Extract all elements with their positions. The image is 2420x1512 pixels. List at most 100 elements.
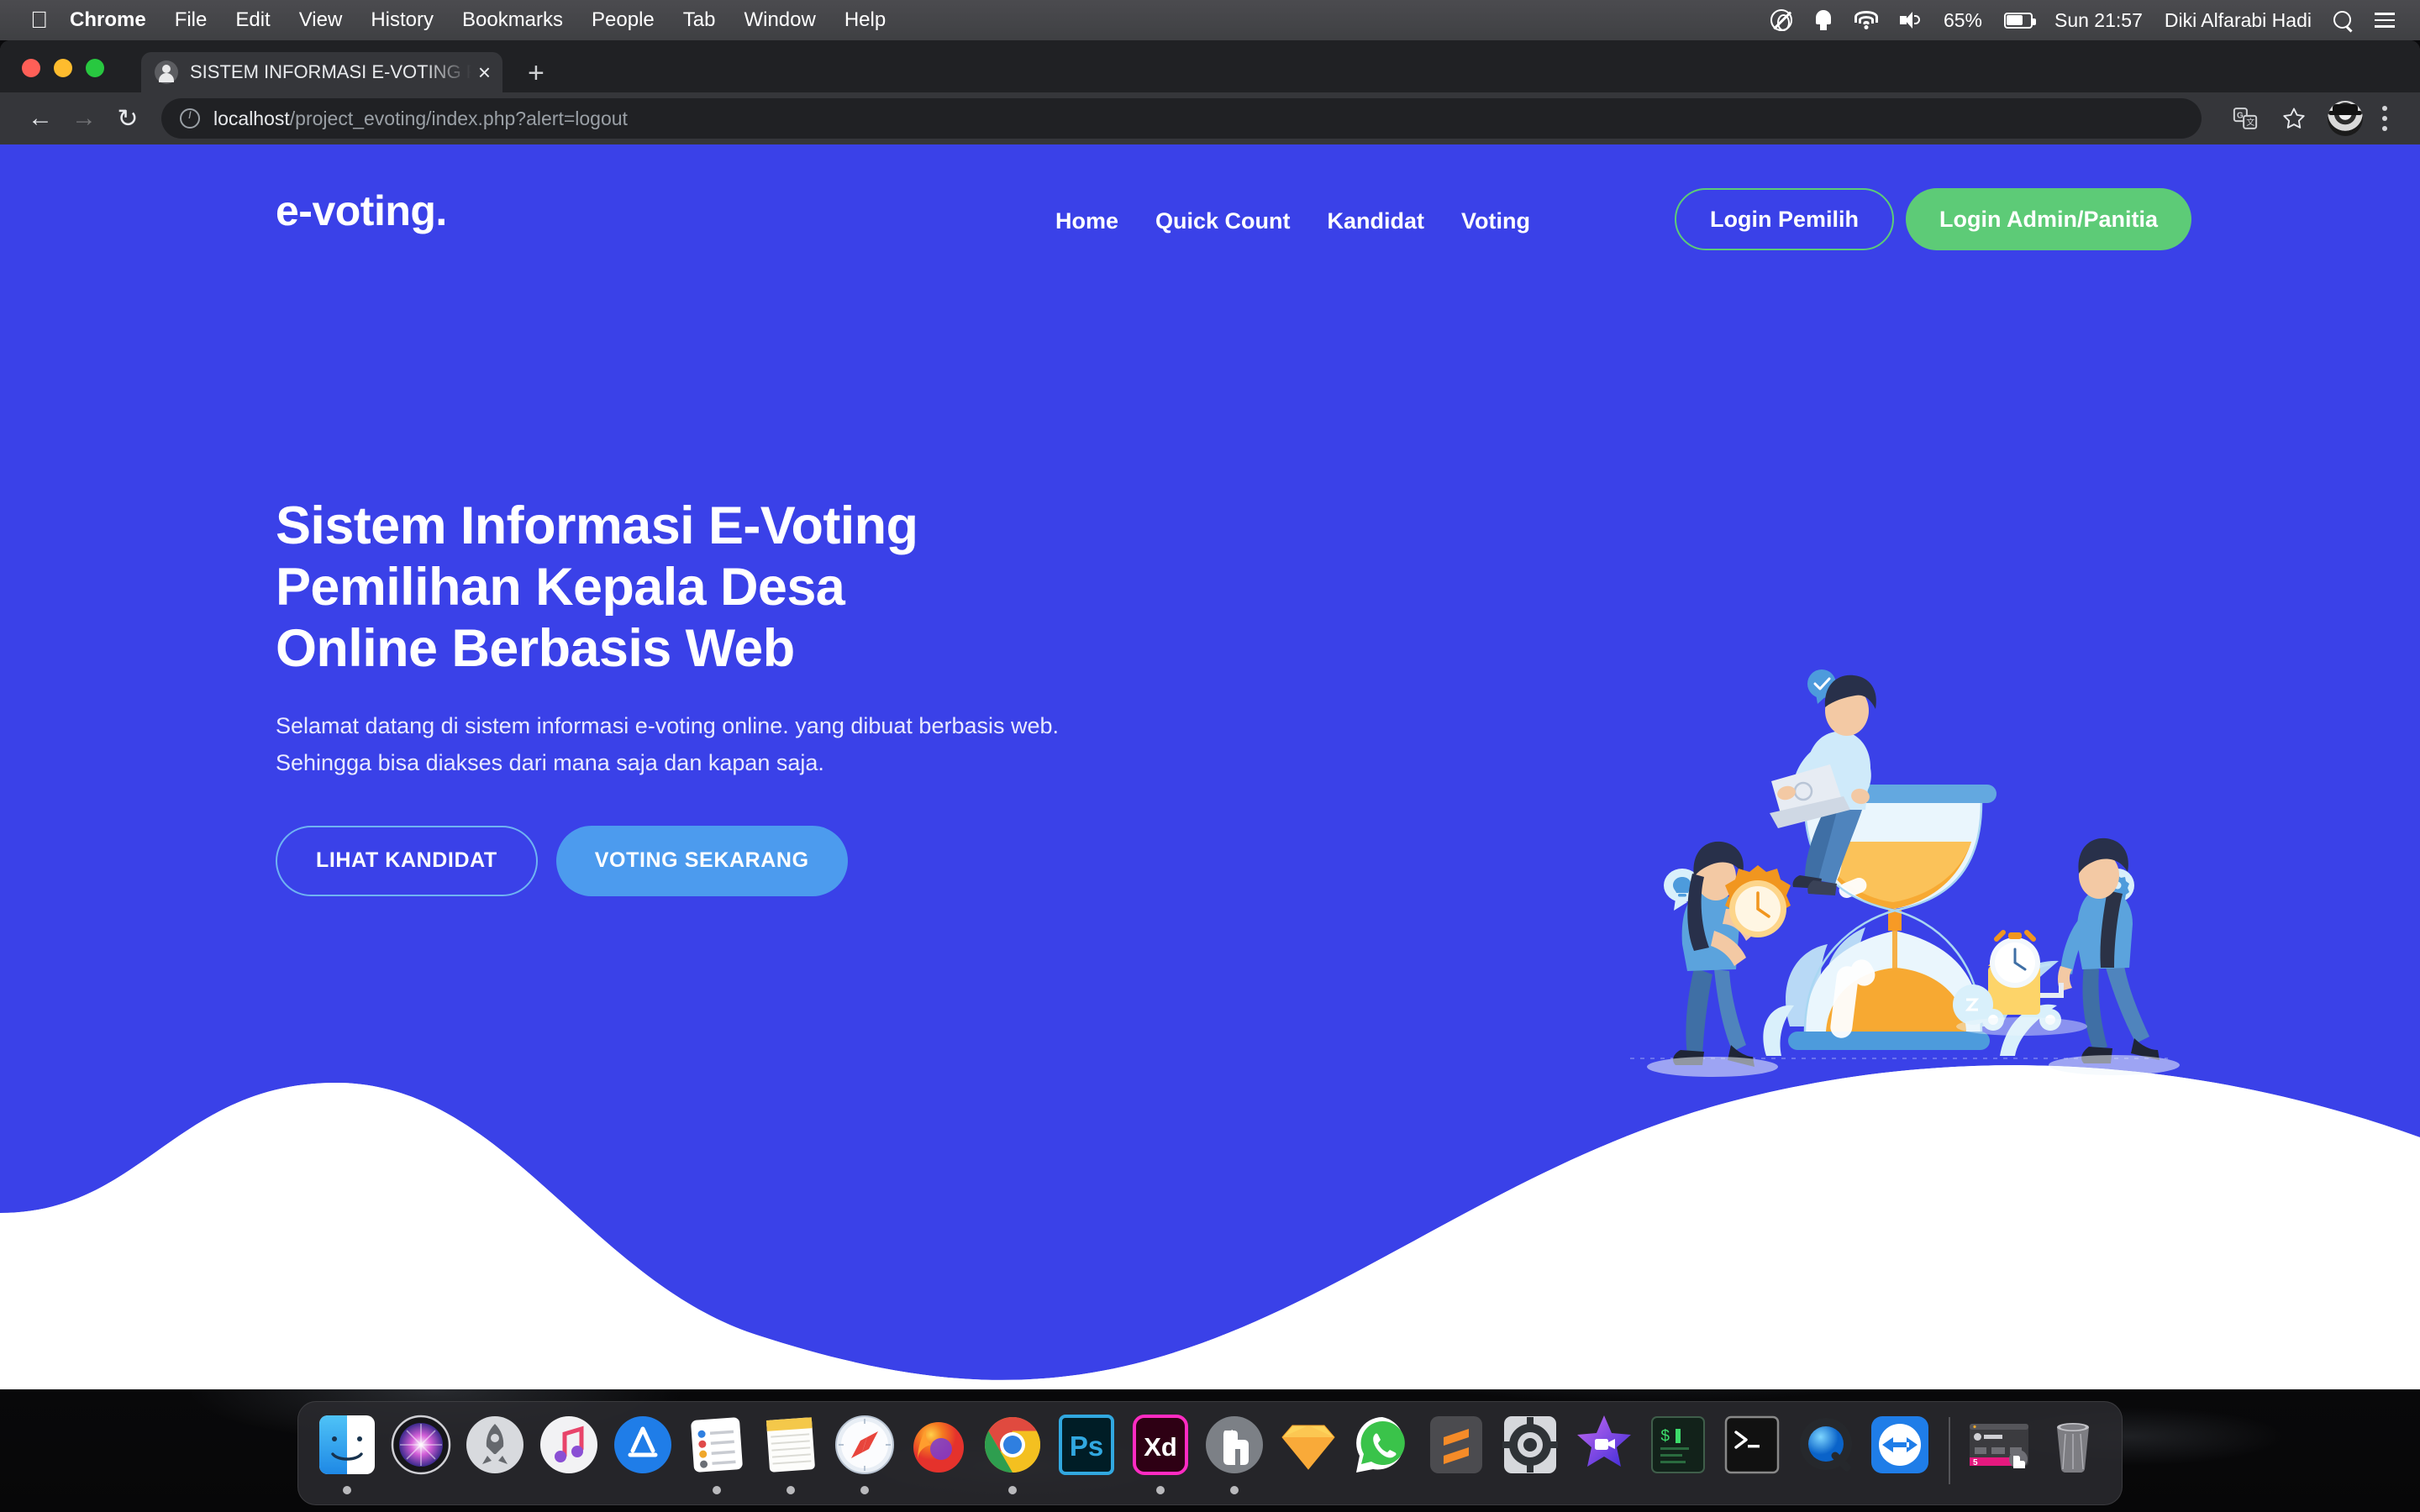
menubar-username[interactable]: Diki Alfarabi Hadi (2165, 9, 2312, 32)
launchpad-icon[interactable] (462, 1412, 528, 1478)
photoshop-icon[interactable]: Ps (1054, 1412, 1119, 1478)
firefox-icon[interactable] (906, 1412, 971, 1478)
close-window-button[interactable] (22, 59, 40, 77)
trash-icon[interactable] (2040, 1412, 2106, 1478)
three-dot-menu-icon[interactable] (2368, 106, 2402, 131)
dock-item-iterm[interactable]: $ (1641, 1410, 1715, 1494)
sublime-text-icon[interactable] (1423, 1412, 1489, 1478)
dock-item-teamviewer[interactable] (1863, 1410, 1937, 1494)
notes-icon[interactable] (758, 1412, 823, 1478)
menu-item-tab[interactable]: Tab (683, 8, 716, 32)
login-admin-button[interactable]: Login Admin/Panitia (1906, 188, 2191, 250)
chrome-icon[interactable] (980, 1412, 1045, 1478)
menu-item-history[interactable]: History (371, 8, 434, 32)
info-circle-icon[interactable] (180, 108, 200, 129)
dock-item-launchpad[interactable] (458, 1410, 532, 1494)
menu-item-chrome[interactable]: Chrome (70, 8, 146, 32)
dock-item-app-store[interactable] (606, 1410, 680, 1494)
creative-cloud-icon[interactable] (1770, 9, 1792, 31)
google-translate-icon[interactable]: G 文 (2223, 97, 2267, 140)
control-center-icon[interactable] (2375, 13, 2395, 28)
menu-item-view[interactable]: View (299, 8, 343, 32)
teamviewer-icon[interactable] (1867, 1412, 1933, 1478)
system-preferences-icon[interactable] (1497, 1412, 1563, 1478)
dock-item-firefox[interactable] (902, 1410, 976, 1494)
reminders-icon[interactable] (684, 1412, 750, 1478)
dock-item-trash[interactable] (2036, 1410, 2110, 1494)
dock-item-mamp-window[interactable]: 5 (1962, 1410, 2036, 1494)
svg-text:Xd: Xd (1144, 1432, 1177, 1462)
dock-item-chrome[interactable] (976, 1410, 1050, 1494)
menu-item-help[interactable]: Help (844, 8, 886, 32)
itunes-icon[interactable] (536, 1412, 602, 1478)
running-indicator (1452, 1486, 1460, 1494)
forward-icon[interactable]: → (62, 97, 106, 140)
menubar-clock[interactable]: Sun 21:57 (2054, 9, 2143, 32)
menu-item-bookmarks[interactable]: Bookmarks (462, 8, 563, 32)
mamp-window-thumbnail[interactable]: 5 (1966, 1412, 2032, 1478)
evernote-icon[interactable] (1202, 1412, 1267, 1478)
minimize-window-button[interactable] (54, 59, 72, 77)
dock-item-evernote[interactable] (1197, 1410, 1271, 1494)
running-indicator (1600, 1486, 1608, 1494)
terminal-icon[interactable] (1719, 1412, 1785, 1478)
sketch-icon[interactable] (1276, 1412, 1341, 1478)
app-store-icon[interactable] (610, 1412, 676, 1478)
dock-item-imovie[interactable] (1567, 1410, 1641, 1494)
dock-item-notes[interactable] (754, 1410, 828, 1494)
dock-item-photoshop[interactable]: Ps (1050, 1410, 1123, 1494)
dock-item-terminal[interactable] (1715, 1410, 1789, 1494)
dock-item-siri[interactable] (384, 1410, 458, 1494)
wifi-icon[interactable] (1854, 11, 1878, 29)
menu-item-edit[interactable]: Edit (235, 8, 270, 32)
bell-icon[interactable] (1814, 10, 1833, 30)
battery-icon[interactable] (2003, 12, 2036, 29)
star-bookmark-icon[interactable] (2272, 97, 2316, 140)
safari-icon[interactable] (832, 1412, 897, 1478)
menu-item-people[interactable]: People (592, 8, 655, 32)
nav-link-kandidat[interactable]: Kandidat (1328, 208, 1425, 234)
adobe-xd-icon[interactable]: Xd (1128, 1412, 1193, 1478)
web-page-viewport: e-voting. Home Quick Count Kandidat Voti… (0, 144, 2420, 1389)
quicktime-icon[interactable] (1793, 1412, 1859, 1478)
profile-avatar[interactable] (2328, 101, 2363, 136)
nav-link-quick-count[interactable]: Quick Count (1155, 208, 1291, 234)
running-indicator (1156, 1486, 1165, 1494)
nav-link-home[interactable]: Home (1055, 208, 1118, 234)
dock-item-quicktime[interactable] (1789, 1410, 1863, 1494)
dock-item-itunes[interactable] (532, 1410, 606, 1494)
site-logo[interactable]: e-voting. (276, 186, 447, 235)
apple-logo-icon[interactable]:  (30, 8, 48, 32)
dock-item-safari[interactable] (828, 1410, 902, 1494)
running-indicator (934, 1486, 943, 1494)
dock-item-adobe-xd[interactable]: Xd (1123, 1410, 1197, 1494)
voting-sekarang-button[interactable]: VOTING SEKARANG (555, 825, 848, 896)
whatsapp-icon[interactable] (1349, 1412, 1415, 1478)
dock-item-sublime-text[interactable] (1419, 1410, 1493, 1494)
address-bar[interactable]: localhost /project_evoting/index.php?ale… (161, 98, 2202, 139)
spotlight-search-icon[interactable] (2333, 10, 2353, 30)
close-icon[interactable]: × (478, 61, 491, 83)
volume-icon[interactable] (1899, 11, 1922, 29)
reload-icon[interactable]: ↻ (106, 97, 150, 140)
running-indicator (1896, 1486, 1904, 1494)
dock-item-reminders[interactable] (680, 1410, 754, 1494)
login-pemilih-button[interactable]: Login Pemilih (1674, 188, 1894, 250)
dock-item-whatsapp[interactable] (1345, 1410, 1419, 1494)
menu-item-file[interactable]: File (175, 8, 208, 32)
dock-item-system-preferences[interactable] (1493, 1410, 1567, 1494)
nav-link-voting[interactable]: Voting (1461, 208, 1530, 234)
dock-item-sketch[interactable] (1271, 1410, 1345, 1494)
dock-item-finder[interactable] (310, 1410, 384, 1494)
back-icon[interactable]: ← (18, 97, 62, 140)
finder-icon[interactable] (314, 1412, 380, 1478)
browser-tab[interactable]: SISTEM INFORMASI E-VOTING P × (141, 52, 502, 92)
new-tab-button[interactable]: + (528, 59, 544, 87)
menu-item-window[interactable]: Window (744, 8, 815, 32)
lihat-kandidat-button[interactable]: LIHAT KANDIDAT (276, 825, 538, 896)
iterm-icon[interactable]: $ (1645, 1412, 1711, 1478)
siri-icon[interactable] (388, 1412, 454, 1478)
imovie-icon[interactable] (1571, 1412, 1637, 1478)
hero-cta-group: LIHAT KANDIDAT VOTING SEKARANG (276, 825, 1284, 896)
zoom-window-button[interactable] (86, 59, 104, 77)
